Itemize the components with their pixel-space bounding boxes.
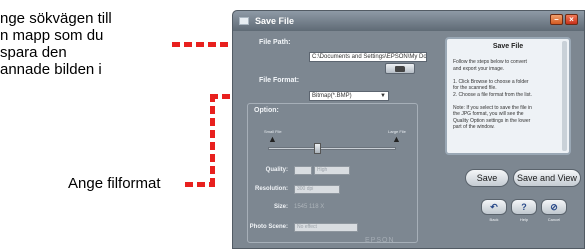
photo-scene-label: Photo Scene: [249,224,288,230]
quality-slider-track[interactable] [268,147,396,150]
option-panel: Option: Small File Large File ▲ ▲ Qualit… [247,103,418,243]
large-file-icon: ▲ [392,134,401,144]
help-panel-title: Save File [492,43,524,50]
size-label: Size: [273,204,288,210]
close-button[interactable]: × [565,14,578,25]
resolution-label: Resolution: [255,186,288,192]
save-file-window: Save File – × File Path: C:\Documents an… [232,10,585,249]
file-format-value: Bitmap(*.BMP) [312,93,352,99]
screenshot-stage: nge sökvägen till n mapp som du spara de… [0,0,585,249]
back-button[interactable]: ↶ [481,199,507,215]
cancel-button[interactable]: ⊘ [541,199,567,215]
format-annotation-leader-vertical [210,94,215,184]
format-annotation-text: Ange filformat [68,175,161,192]
save-and-view-button[interactable]: Save and View [513,169,581,187]
back-button-label: Back [489,217,499,222]
minimize-button[interactable]: – [550,14,563,25]
file-format-label: File Format: [259,77,300,84]
size-value: 1545 118 X [294,204,325,210]
help-button[interactable]: ? [511,199,537,215]
option-title: Option: [254,107,279,114]
quality-number-field [294,166,312,175]
quality-label: Quality: [265,167,288,173]
file-path-field[interactable]: C:\Documents and Settings\EPSON\My Do [309,52,427,62]
help-panel-body: Follow the steps below to convert and ex… [453,59,532,130]
resolution-select: 300 dpi [294,185,340,194]
chevron-down-icon: ▼ [380,93,386,99]
path-annotation-leader [172,42,236,47]
format-annotation-leader-bottom [185,182,215,187]
help-panel: Save File Follow the steps below to conv… [445,37,571,155]
file-format-select[interactable]: Bitmap(*.BMP) ▼ [309,91,389,101]
quality-select: High [314,166,350,175]
save-button[interactable]: Save [465,169,509,187]
title-bar: Save File – × [233,11,584,31]
help-panel-scrollbar[interactable] [562,41,567,151]
path-annotation-text: nge sökvägen till n mapp som du spara de… [0,10,112,78]
file-path-label: File Path: [259,39,291,46]
window-title: Save File [255,16,295,26]
cancel-button-label: Cancel [547,217,561,222]
window-icon [239,17,249,25]
browse-button[interactable] [385,63,415,74]
small-file-icon: ▲ [268,134,277,144]
epson-logo: EPSON [365,237,395,244]
help-button-label: Help [519,217,529,222]
photo-scene-select: No effect [294,223,358,232]
quality-slider-thumb[interactable] [314,143,321,154]
folder-icon [395,65,405,72]
